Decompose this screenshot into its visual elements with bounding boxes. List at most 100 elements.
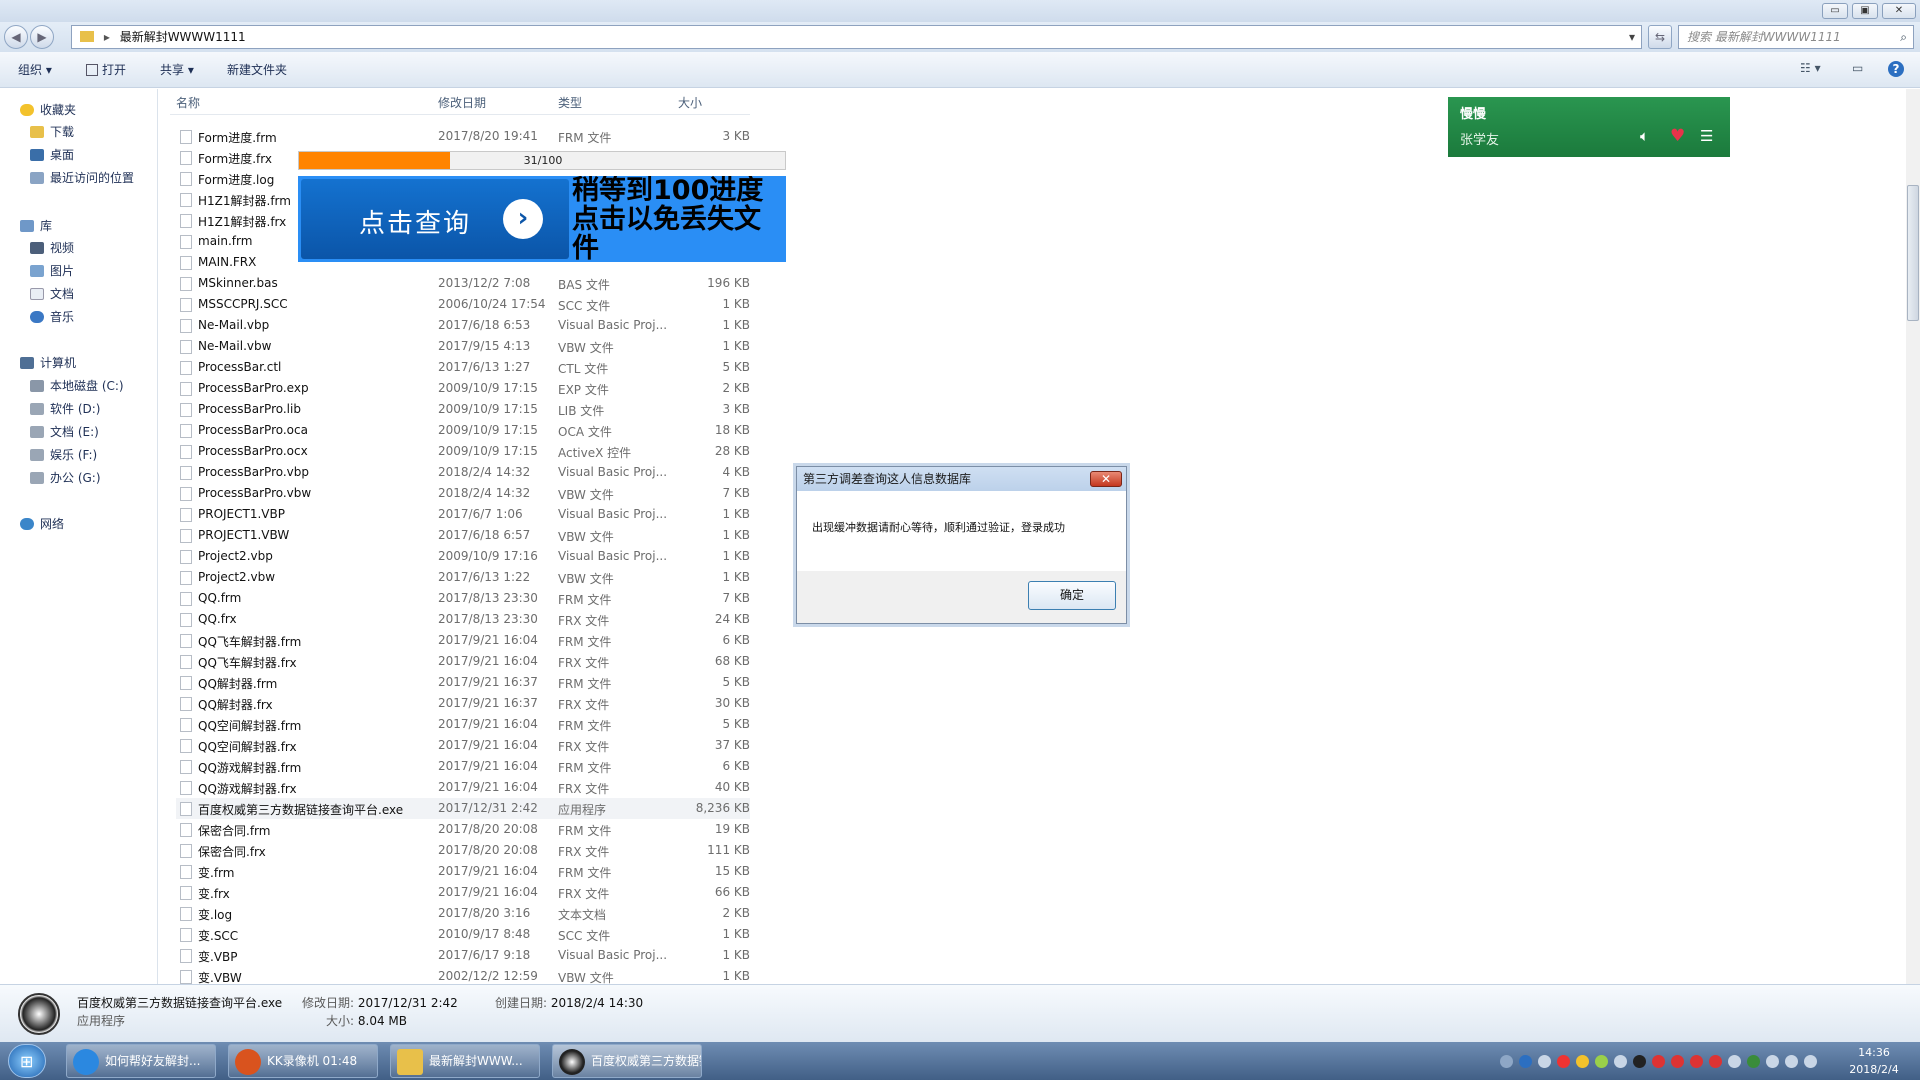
file-row[interactable]: Form进度.frm 2017/8/20 19:41 FRM 文件 3 KB [176,126,750,147]
nav-drive-g[interactable]: 办公 (G:) [30,469,101,486]
playlist-icon[interactable]: ☰ [1700,127,1713,145]
file-row[interactable]: MSSCCPRJ.SCC 2006/10/24 17:54 SCC 文件 1 KB [176,294,750,315]
organize-button[interactable]: 组织 ▾ [18,61,52,78]
file-row[interactable]: ProcessBarPro.oca 2009/10/9 17:15 OCA 文件 18… [176,420,750,441]
tray-icon[interactable] [1747,1055,1760,1068]
refresh-button[interactable]: ⇆ [1648,25,1672,49]
file-row[interactable]: QQ.frm 2017/8/13 23:30 FRM 文件 7 KB [176,588,750,609]
preview-pane-icon[interactable]: ▭ [1852,61,1863,75]
nav-computer[interactable]: 计算机 [20,354,76,371]
nav-music[interactable]: 音乐 [30,308,74,325]
nav-videos[interactable]: 视频 [30,239,74,256]
nav-downloads[interactable]: 下载 [30,123,74,140]
file-row[interactable]: Project2.vbw 2017/6/13 1:22 VBW 文件 1 KB [176,567,750,588]
column-header-date[interactable]: 修改日期 [438,94,486,111]
tray-icon[interactable] [1500,1055,1513,1068]
file-row[interactable]: ProcessBarPro.lib 2009/10/9 17:15 LIB 文件 3 … [176,399,750,420]
close-button[interactable]: ✕ [1882,3,1916,19]
file-row[interactable]: 保密合同.frm 2017/8/20 20:08 FRM 文件 19 KB [176,819,750,840]
nav-favorites[interactable]: 收藏夹 [20,101,76,118]
help-icon[interactable]: ? [1888,61,1904,77]
taskbar-item-browser[interactable]: 如何帮好友解封... [66,1044,216,1078]
taskbar-item-explorer[interactable]: 最新解封WWW... [390,1044,540,1078]
start-button[interactable]: ⊞ [8,1044,46,1078]
nav-pictures[interactable]: 图片 [30,262,74,279]
nav-drive-e[interactable]: 文档 (E:) [30,423,99,440]
back-button[interactable]: ◀ [4,25,28,49]
file-row[interactable]: 变.frx 2017/9/21 16:04 FRX 文件 66 KB [176,882,750,903]
tray-icon[interactable] [1728,1055,1741,1068]
file-row[interactable]: QQ空间解封器.frx 2017/9/21 16:04 FRX 文件 37 KB [176,735,750,756]
tray-icon[interactable] [1633,1055,1646,1068]
file-row[interactable]: Project2.vbp 2009/10/9 17:16 Visual Basic … [176,546,750,567]
search-icon[interactable]: ⌕ [1900,26,1907,48]
nav-recent[interactable]: 最近访问的位置 [30,169,134,186]
nav-drive-d[interactable]: 软件 (D:) [30,400,100,417]
tray-icon[interactable] [1652,1055,1665,1068]
volume-icon[interactable]: 🔈︎ [1640,127,1649,145]
file-row[interactable]: QQ游戏解封器.frm 2017/9/21 16:04 FRM 文件 6 KB [176,756,750,777]
tray-icon[interactable] [1557,1055,1570,1068]
tray-icon[interactable] [1785,1055,1798,1068]
address-bar[interactable]: ▸ 最新解封WWWW1111 ▾ [71,25,1642,49]
file-row[interactable]: PROJECT1.VBP 2017/6/7 1:06 Visual Basic Pr… [176,504,750,525]
nav-network[interactable]: 网络 [20,515,64,532]
nav-desktop[interactable]: 桌面 [30,146,74,163]
file-row[interactable]: QQ游戏解封器.frx 2017/9/21 16:04 FRX 文件 40 KB [176,777,750,798]
column-header-size[interactable]: 大小 [678,94,702,111]
tray-icon[interactable] [1766,1055,1779,1068]
tray-icon[interactable] [1595,1055,1608,1068]
file-row[interactable]: ProcessBar.ctl 2017/6/13 1:27 CTL 文件 5 KB [176,357,750,378]
tray-icon[interactable] [1804,1055,1817,1068]
file-row[interactable]: QQ解封器.frx 2017/9/21 16:37 FRX 文件 30 KB [176,693,750,714]
tray-icon[interactable] [1519,1055,1532,1068]
file-row[interactable]: ProcessBarPro.exp 2009/10/9 17:15 EXP 文件 2 … [176,378,750,399]
query-button[interactable]: 点击查询 › [301,179,569,259]
new-folder-button[interactable]: 新建文件夹 [227,61,287,78]
scrollbar-thumb[interactable] [1907,185,1919,321]
file-row[interactable]: ProcessBarPro.ocx 2009/10/9 17:15 ActiveX … [176,441,750,462]
tray-icon[interactable] [1690,1055,1703,1068]
nav-libraries[interactable]: 库 [20,217,52,234]
file-row[interactable]: 变.log 2017/8/20 3:16 文本文档 2 KB [176,903,750,924]
file-row[interactable]: ProcessBarPro.vbw 2018/2/4 14:32 VBW 文件 7 K… [176,483,750,504]
tray-icon[interactable] [1614,1055,1627,1068]
forward-button[interactable]: ▶ [30,25,54,49]
address-dropdown-icon[interactable]: ▾ [1629,26,1635,48]
vertical-scrollbar[interactable] [1906,89,1920,984]
column-header-name[interactable]: 名称 [176,94,200,111]
file-row[interactable]: 变.VBW 2002/12/2 12:59 VBW 文件 1 KB [176,966,750,984]
dialog-close-button[interactable]: ✕ [1090,471,1122,487]
dialog-ok-button[interactable]: 确定 [1028,581,1116,610]
nav-drive-c[interactable]: 本地磁盘 (C:) [30,377,124,394]
taskbar-item-app[interactable]: 百度权威第三方数据链接查询平台 [552,1044,702,1078]
file-row[interactable]: QQ飞车解封器.frm 2017/9/21 16:04 FRM 文件 6 KB [176,630,750,651]
tray-icon[interactable] [1671,1055,1684,1068]
tray-icon[interactable] [1709,1055,1722,1068]
file-row[interactable]: 变.VBP 2017/6/17 9:18 Visual Basic Proj... 1… [176,945,750,966]
clock-time[interactable]: 14:36 [1834,1046,1914,1059]
file-row[interactable]: MSkinner.bas 2013/12/2 7:08 BAS 文件 196 KB [176,273,750,294]
tray-icon[interactable] [1576,1055,1589,1068]
file-row[interactable]: QQ空间解封器.frm 2017/9/21 16:04 FRM 文件 5 KB [176,714,750,735]
clock-date[interactable]: 2018/2/4 [1834,1063,1914,1076]
file-row[interactable]: 百度权威第三方数据链接查询平台.exe 2017/12/31 2:42 应用程序 8,… [176,798,750,819]
file-row[interactable]: QQ解封器.frm 2017/9/21 16:37 FRM 文件 5 KB [176,672,750,693]
search-input[interactable]: 搜索 最新解封WWWW1111 ⌕ [1678,25,1914,49]
open-button[interactable]: 打开 [86,61,126,78]
file-row[interactable]: PROJECT1.VBW 2017/6/18 6:57 VBW 文件 1 KB [176,525,750,546]
file-row[interactable]: 保密合同.frx 2017/8/20 20:08 FRX 文件 111 KB [176,840,750,861]
taskbar-item-recorder[interactable]: KK录像机 01:48 [228,1044,378,1078]
file-row[interactable]: 变.frm 2017/9/21 16:04 FRM 文件 15 KB [176,861,750,882]
file-row[interactable]: ProcessBarPro.vbp 2018/2/4 14:32 Visual Ba… [176,462,750,483]
minimize-button[interactable]: ▭ [1822,3,1848,19]
file-row[interactable]: 变.SCC 2010/9/17 8:48 SCC 文件 1 KB [176,924,750,945]
file-row[interactable]: Ne-Mail.vbp 2017/6/18 6:53 Visual Basic Pr… [176,315,750,336]
tray-icon[interactable] [1538,1055,1551,1068]
heart-icon[interactable]: ♥ [1670,126,1685,146]
share-button[interactable]: 共享 ▾ [160,61,194,78]
file-row[interactable]: QQ.frx 2017/8/13 23:30 FRX 文件 24 KB [176,609,750,630]
maximize-button[interactable]: ▣ [1852,3,1878,19]
file-row[interactable]: Ne-Mail.vbw 2017/9/15 4:13 VBW 文件 1 KB [176,336,750,357]
view-options-icon[interactable]: ☷ ▾ [1800,61,1821,75]
